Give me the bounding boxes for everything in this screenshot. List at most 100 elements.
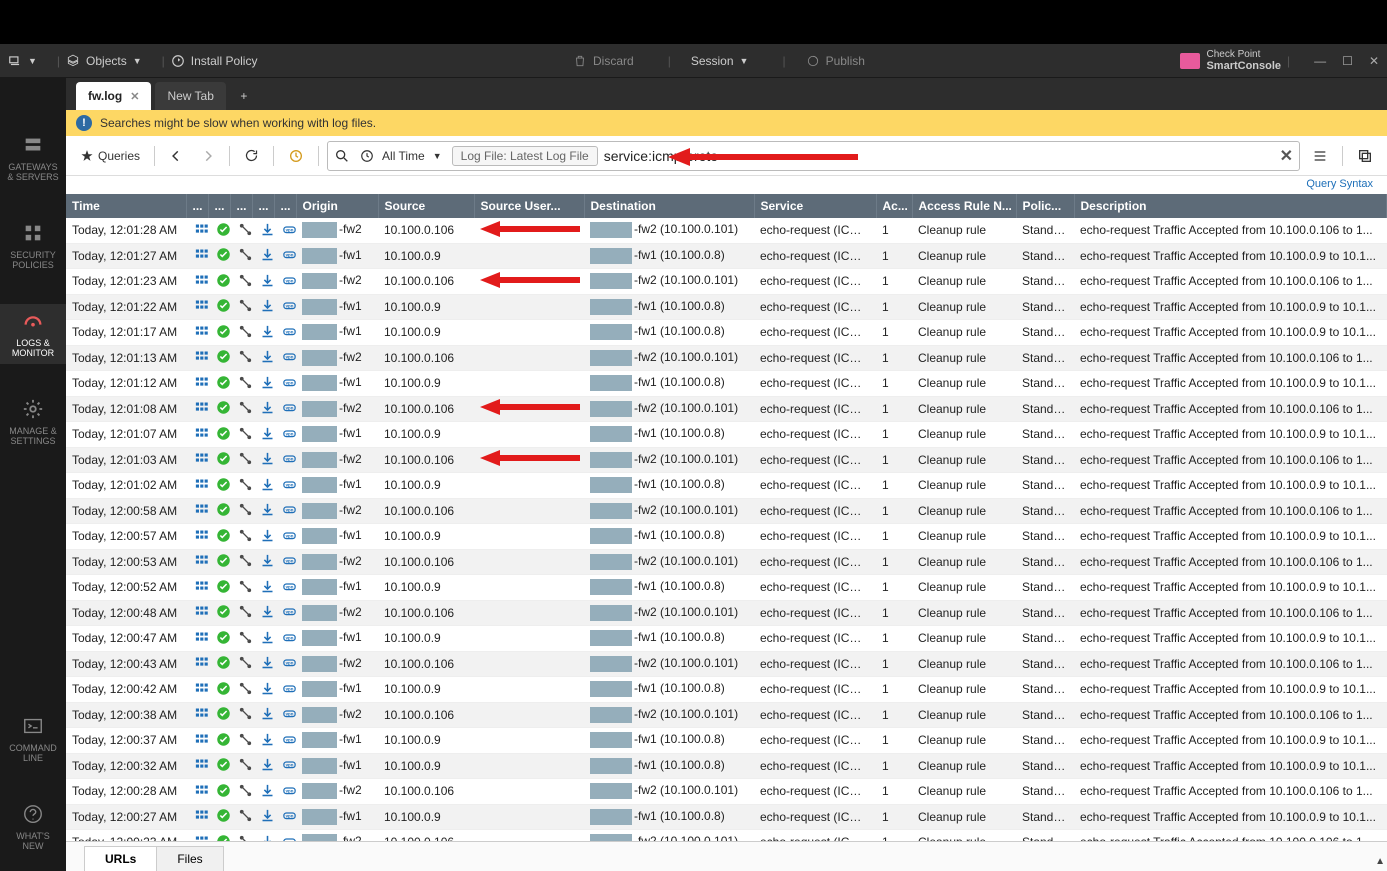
table-row[interactable]: Today, 12:01:17 AM vpn -fw1 10.100.0.9 -… bbox=[66, 320, 1387, 346]
sidebar-item-gateways[interactable]: GATEWAYS & SERVERS bbox=[0, 128, 66, 188]
tab-close-icon[interactable]: ✕ bbox=[130, 90, 139, 103]
header-destination[interactable]: Destination bbox=[584, 194, 754, 218]
vpn-icon: vpn bbox=[280, 400, 296, 416]
accept-icon bbox=[214, 808, 230, 824]
cell-time: Today, 12:00:58 AM bbox=[66, 498, 186, 524]
header-source-user[interactable]: Source User... bbox=[474, 194, 584, 218]
cell-source: 10.100.0.9 bbox=[378, 575, 474, 601]
cell-time: Today, 12:00:47 AM bbox=[66, 626, 186, 652]
sidebar-item-commandline[interactable]: COMMAND LINE bbox=[0, 709, 66, 769]
sidebar-item-policies[interactable]: SECURITY POLICIES bbox=[0, 216, 66, 276]
table-row[interactable]: Today, 12:01:03 AM vpn -fw2 10.100.0.106… bbox=[66, 447, 1387, 473]
table-row[interactable]: Today, 12:00:47 AM vpn -fw1 10.100.0.9 -… bbox=[66, 626, 1387, 652]
svg-text:vpn: vpn bbox=[285, 788, 293, 793]
header-ic1[interactable]: ... bbox=[186, 194, 208, 218]
table-row[interactable]: Today, 12:01:27 AM vpn -fw1 10.100.0.9 -… bbox=[66, 243, 1387, 269]
table-row[interactable]: Today, 12:00:57 AM vpn -fw1 10.100.0.9 -… bbox=[66, 524, 1387, 550]
query-syntax-link[interactable]: Query Syntax bbox=[1306, 178, 1373, 190]
app-menu-button[interactable]: ▼ bbox=[8, 54, 37, 68]
grid-icon bbox=[192, 578, 208, 594]
table-row[interactable]: Today, 12:01:23 AM vpn -fw2 10.100.0.106… bbox=[66, 269, 1387, 295]
vpn-icon: vpn bbox=[280, 374, 296, 390]
table-row[interactable]: Today, 12:00:58 AM vpn -fw2 10.100.0.106… bbox=[66, 498, 1387, 524]
table-row[interactable]: Today, 12:01:07 AM vpn -fw1 10.100.0.9 -… bbox=[66, 422, 1387, 448]
table-row[interactable]: Today, 12:00:43 AM vpn -fw2 10.100.0.106… bbox=[66, 651, 1387, 677]
table-row[interactable]: Today, 12:00:32 AM vpn -fw1 10.100.0.9 -… bbox=[66, 753, 1387, 779]
close-button[interactable]: ✕ bbox=[1369, 54, 1379, 68]
objects-dropdown[interactable]: Objects▼ bbox=[66, 54, 142, 68]
favorite-button[interactable]: Queries bbox=[74, 145, 146, 167]
table-row[interactable]: Today, 12:01:22 AM vpn -fw1 10.100.0.9 -… bbox=[66, 294, 1387, 320]
download-icon bbox=[258, 680, 274, 696]
table-row[interactable]: Today, 12:00:23 AM vpn -fw2 10.100.0.106… bbox=[66, 830, 1387, 842]
header-service[interactable]: Service bbox=[754, 194, 876, 218]
install-policy-button[interactable]: Install Policy bbox=[171, 54, 258, 68]
table-row[interactable]: Today, 12:01:08 AM vpn -fw2 10.100.0.106… bbox=[66, 396, 1387, 422]
search-box[interactable]: All Time▼ Log File: Latest Log File serv… bbox=[327, 141, 1300, 171]
maximize-button[interactable]: ☐ bbox=[1342, 54, 1353, 68]
cell-rule: Cleanup rule bbox=[912, 218, 1016, 243]
options-button[interactable] bbox=[1306, 144, 1334, 168]
header-rule[interactable]: Access Rule N... bbox=[912, 194, 1016, 218]
cell-service: echo-request (ICMP) bbox=[754, 575, 876, 601]
cell-access: 1 bbox=[876, 753, 912, 779]
bottom-tab-urls[interactable]: URLs bbox=[84, 846, 157, 871]
header-ic2[interactable]: ... bbox=[208, 194, 230, 218]
discard-button[interactable]: Discard bbox=[573, 54, 634, 68]
grid-icon bbox=[192, 680, 208, 696]
tab-add-button[interactable]: + bbox=[230, 82, 258, 110]
cell-destination: -fw1 (10.100.0.8) bbox=[584, 677, 754, 703]
table-row[interactable]: Today, 12:00:28 AM vpn -fw2 10.100.0.106… bbox=[66, 779, 1387, 805]
nav-forward-button[interactable] bbox=[195, 145, 221, 167]
sidebar-item-whatsnew[interactable]: WHAT'S NEW bbox=[0, 797, 66, 857]
header-source[interactable]: Source bbox=[378, 194, 474, 218]
log-table-container[interactable]: Time ... ... ... ... ... Origin Source S… bbox=[66, 194, 1387, 841]
tab-fwlog[interactable]: fw.log✕ bbox=[76, 82, 151, 110]
auto-refresh-button[interactable] bbox=[282, 144, 310, 168]
header-ic4[interactable]: ... bbox=[252, 194, 274, 218]
table-row[interactable]: Today, 12:00:27 AM vpn -fw1 10.100.0.9 -… bbox=[66, 804, 1387, 830]
cell-source-user bbox=[474, 549, 584, 575]
session-dropdown[interactable]: Session▼ bbox=[691, 54, 749, 68]
table-row[interactable]: Today, 12:00:53 AM vpn -fw2 10.100.0.106… bbox=[66, 549, 1387, 575]
table-row[interactable]: Today, 12:00:38 AM vpn -fw2 10.100.0.106… bbox=[66, 702, 1387, 728]
nav-back-button[interactable] bbox=[163, 145, 189, 167]
table-row[interactable]: Today, 12:00:48 AM vpn -fw2 10.100.0.106… bbox=[66, 600, 1387, 626]
vpn-icon: vpn bbox=[280, 578, 296, 594]
table-row[interactable]: Today, 12:00:37 AM vpn -fw1 10.100.0.9 -… bbox=[66, 728, 1387, 754]
accept-icon bbox=[214, 247, 230, 263]
publish-button[interactable]: Publish bbox=[806, 54, 865, 68]
minimize-button[interactable]: — bbox=[1314, 54, 1326, 68]
table-row[interactable]: Today, 12:01:28 AM vpn -fw2 10.100.0.106… bbox=[66, 218, 1387, 243]
table-row[interactable]: Today, 12:00:52 AM vpn -fw1 10.100.0.9 -… bbox=[66, 575, 1387, 601]
header-origin[interactable]: Origin bbox=[296, 194, 378, 218]
bottom-tab-files[interactable]: Files bbox=[156, 846, 223, 871]
logfile-chip[interactable]: Log File: Latest Log File bbox=[452, 146, 598, 166]
time-filter-dropdown[interactable]: All Time▼ bbox=[356, 147, 446, 165]
table-row[interactable]: Today, 12:01:13 AM vpn -fw2 10.100.0.106… bbox=[66, 345, 1387, 371]
accept-icon bbox=[214, 655, 230, 671]
header-time[interactable]: Time bbox=[66, 194, 186, 218]
sidebar-item-manage[interactable]: MANAGE & SETTINGS bbox=[0, 392, 66, 452]
cell-access: 1 bbox=[876, 294, 912, 320]
cell-source: 10.100.0.106 bbox=[378, 447, 474, 473]
cell-source: 10.100.0.9 bbox=[378, 422, 474, 448]
export-button[interactable] bbox=[1351, 144, 1379, 168]
cell-policy: Standard bbox=[1016, 243, 1074, 269]
connection-icon bbox=[236, 629, 252, 645]
table-row[interactable]: Today, 12:01:02 AM vpn -fw1 10.100.0.9 -… bbox=[66, 473, 1387, 499]
cell-destination: -fw2 (10.100.0.101) bbox=[584, 651, 754, 677]
sidebar-item-logs[interactable]: LOGS & MONITOR bbox=[0, 304, 66, 364]
table-row[interactable]: Today, 12:00:42 AM vpn -fw1 10.100.0.9 -… bbox=[66, 677, 1387, 703]
cell-origin: -fw2 bbox=[296, 269, 378, 295]
header-ic5[interactable]: ... bbox=[274, 194, 296, 218]
header-description[interactable]: Description bbox=[1074, 194, 1387, 218]
table-row[interactable]: Today, 12:01:12 AM vpn -fw1 10.100.0.9 -… bbox=[66, 371, 1387, 397]
refresh-button[interactable] bbox=[238, 144, 265, 167]
header-access[interactable]: Ac... bbox=[876, 194, 912, 218]
header-policy[interactable]: Polic... bbox=[1016, 194, 1074, 218]
clear-search-button[interactable]: ✕ bbox=[1280, 146, 1293, 166]
tab-newtab[interactable]: New Tab bbox=[155, 82, 225, 110]
header-ic3[interactable]: ... bbox=[230, 194, 252, 218]
download-icon bbox=[258, 451, 274, 467]
